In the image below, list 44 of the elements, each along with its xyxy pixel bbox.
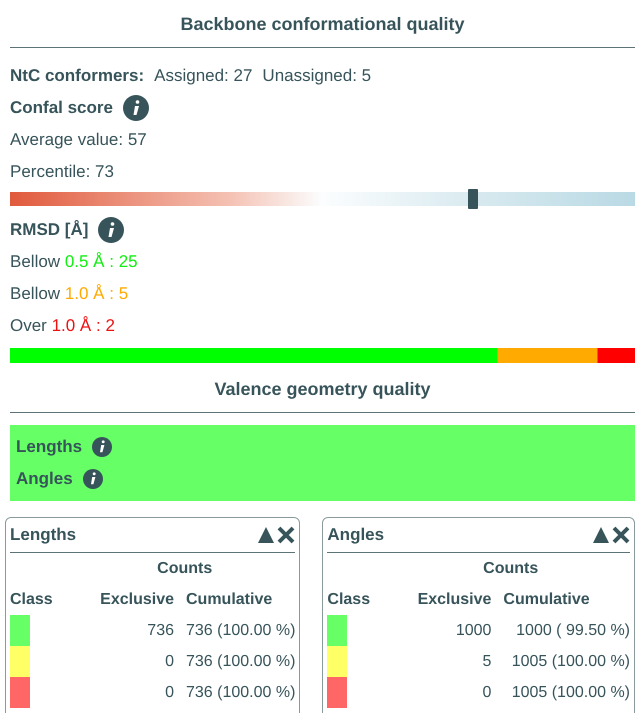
rmsd-line: Bellow 0.5 Å : 25 [10,252,138,272]
average-value: Average value: 57 [10,130,147,150]
column-header: Class [10,590,54,610]
percentile-value: Percentile: 73 [10,162,114,182]
confal-title: Confal score [10,98,113,118]
info-icon[interactable] [98,217,124,243]
collapse-icon[interactable] [257,526,276,544]
column-header: Cumulative [186,590,274,610]
close-icon[interactable] [612,526,630,544]
rmsd-line: Over 1.0 Å : 2 [10,316,115,336]
table-cell-text: 1005 (100.00 %) [510,652,630,672]
table-cell-text: 5 [482,652,492,672]
ntc-label: NtC conformers: [10,66,144,86]
section-title: Valence geometry quality [213,378,432,401]
card-title: Lengths [10,525,76,545]
card-title: Angles [327,525,384,545]
column-header: Class [327,590,372,610]
table-cell-text: 1000 ( 99.50 %) [515,621,630,641]
column-header: Exclusive [99,590,174,610]
info-icon[interactable] [92,437,112,457]
column-group-header: Counts [156,559,214,579]
table-cell-text: 0 [164,683,174,703]
summary-label: Angles [16,469,73,489]
table-cell-text: 736 (100.00 %) [186,652,296,672]
column-header: Exclusive [416,590,492,610]
summary-label: Lengths [16,437,82,457]
table-cell-text: 1000 [454,621,492,641]
column-header: Cumulative [503,590,591,610]
rmsd-title: RMSD [Å] [10,220,88,240]
table-cell-text: 0 [164,652,174,672]
table-cell-text: 736 [146,621,174,641]
info-icon[interactable] [82,469,103,489]
collapse-icon[interactable] [592,526,610,544]
column-group-header: Counts [482,559,540,579]
section-title: Backbone conformational quality [179,13,466,36]
close-icon[interactable] [277,526,296,544]
table-cell-text: 0 [482,683,492,703]
rmsd-line: Bellow 1.0 Å : 5 [10,284,128,304]
table-cell-text: 736 (100.00 %) [186,683,296,703]
table-cell-text: 736 (100.00 %) [186,621,296,641]
assigned-count: Assigned: 27 [154,66,252,86]
unassigned-count: Unassigned: 5 [262,66,372,86]
info-icon[interactable] [122,95,149,121]
table-cell-text: 1005 (100.00 %) [510,683,630,703]
